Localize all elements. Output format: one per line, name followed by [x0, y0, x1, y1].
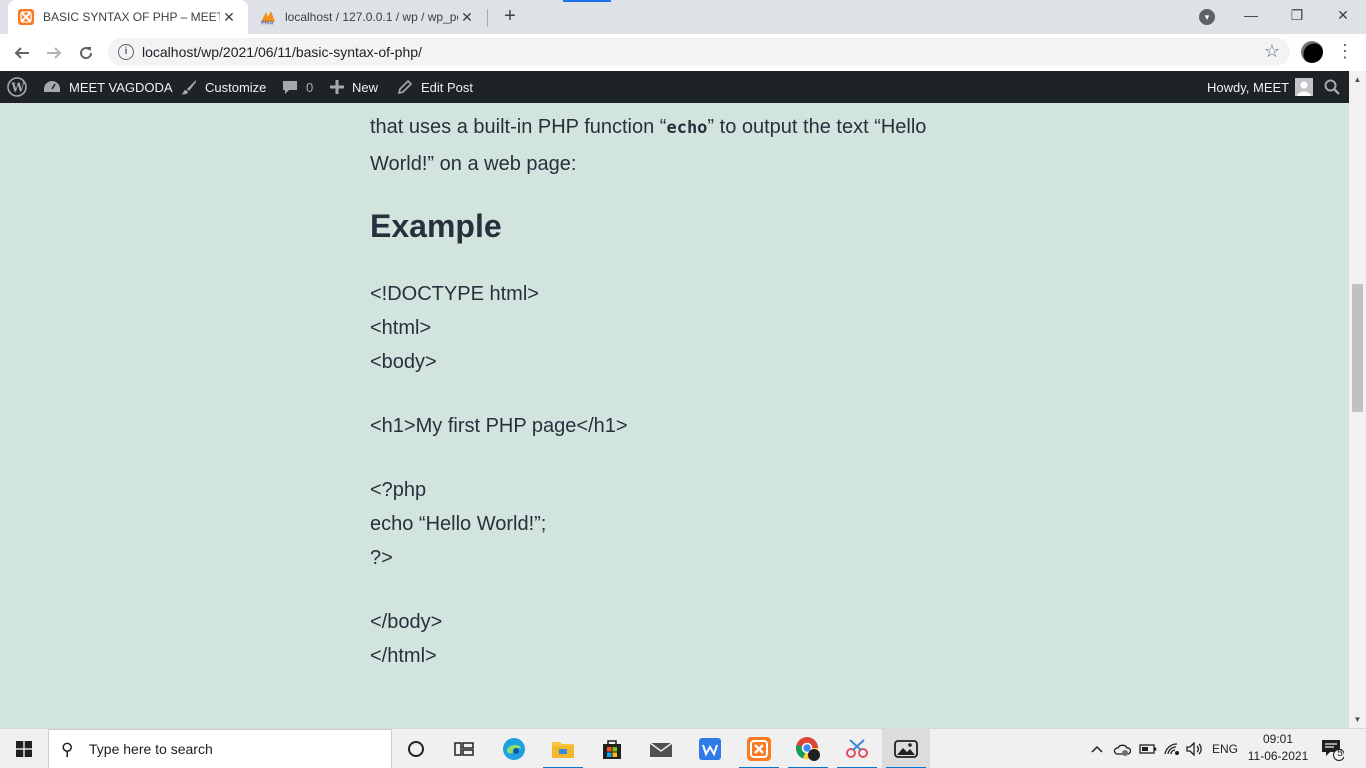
windows-logo-icon [16, 741, 32, 757]
task-view-icon[interactable] [440, 729, 488, 768]
notification-count-badge: 5 [1337, 748, 1343, 759]
back-button[interactable] [9, 40, 35, 66]
tab-basic-syntax[interactable]: BASIC SYNTAX OF PHP – MEET VAGDODA ✕ [8, 0, 248, 34]
browser-tabstrip: BASIC SYNTAX OF PHP – MEET VAGDODA ✕ PMA… [0, 0, 1366, 34]
new-content-link[interactable]: New [330, 71, 378, 103]
xampp-icon [18, 9, 34, 25]
tab-close-icon[interactable]: ✕ [220, 9, 238, 26]
profile-avatar[interactable] [1301, 41, 1323, 63]
close-window-button[interactable]: ✕ [1320, 0, 1366, 30]
cortana-icon[interactable] [392, 729, 440, 768]
svg-text:W: W [10, 81, 25, 95]
tab-phpmyadmin[interactable]: PMA localhost / 127.0.0.1 / wp / wp_post… [250, 0, 486, 34]
wp-admin-bar: W MEET VAGDODA Customize 0 New Edit Post… [0, 71, 1366, 103]
forward-button[interactable] [41, 40, 67, 66]
language-indicator[interactable]: ENG [1212, 729, 1238, 768]
tab-close-icon[interactable]: ✕ [458, 9, 476, 26]
search-placeholder: Type here to search [89, 741, 213, 757]
start-button[interactable] [0, 729, 48, 768]
code-line: echo “Hello World!”; [370, 513, 547, 535]
tab-title: localhost / 127.0.0.1 / wp / wp_posts [285, 10, 458, 24]
wps-office-icon[interactable] [686, 729, 734, 768]
taskbar-clock[interactable]: 09:01 11-06-2021 [1243, 731, 1313, 767]
new-tab-button[interactable]: + [498, 5, 522, 29]
microsoft-store-icon[interactable] [588, 729, 636, 768]
scroll-up-arrow-icon[interactable]: ▲ [1349, 71, 1366, 88]
volume-icon[interactable] [1186, 729, 1204, 768]
clock-date: 11-06-2021 [1247, 749, 1309, 763]
pencil-icon [397, 79, 413, 95]
code-line: ?> [370, 547, 393, 569]
comment-bubble-icon [282, 79, 298, 95]
code-line: <h1>My first PHP page</h1> [370, 415, 628, 437]
address-bar[interactable]: i localhost/wp/2021/06/11/basic-syntax-o… [108, 38, 1290, 66]
battery-icon[interactable] [1139, 729, 1157, 768]
reload-icon [80, 47, 93, 60]
back-arrow-icon [14, 47, 29, 59]
comments-count: 0 [306, 79, 314, 95]
forward-arrow-icon [47, 47, 62, 59]
phpmyadmin-icon: PMA [260, 9, 276, 25]
minimize-button[interactable]: — [1228, 0, 1274, 30]
url-text: localhost/wp/2021/06/11/basic-syntax-of-… [142, 44, 422, 60]
tab-drag-indicator [563, 0, 611, 2]
bookmark-star-icon[interactable]: ☆ [1264, 41, 1280, 62]
code-line: </html> [370, 645, 437, 667]
edit-post-label: Edit Post [421, 79, 474, 95]
code-line: <html> [370, 317, 432, 339]
scroll-down-arrow-icon[interactable]: ▼ [1349, 711, 1366, 728]
site-name-label: MEET VAGDODA [69, 79, 173, 95]
restore-button[interactable]: ❐ [1274, 0, 1320, 30]
dashboard-icon [43, 79, 61, 95]
code-line: <?php [370, 479, 427, 501]
show-hidden-icons-chevron-icon[interactable] [1090, 729, 1104, 768]
xampp-taskbar-icon[interactable] [735, 729, 783, 768]
intro-paragraph: that uses a built-in PHP function “echo”… [370, 116, 927, 175]
new-label: New [352, 79, 379, 95]
page-scrollbar[interactable]: ▲ ▼ [1349, 71, 1366, 728]
admin-search-icon[interactable] [1324, 71, 1340, 103]
clock-time: 09:01 [1262, 732, 1294, 746]
action-center-icon[interactable]: 5 [1320, 737, 1345, 761]
code-line: <!DOCTYPE html> [370, 283, 539, 305]
comments-link[interactable]: 0 [282, 71, 313, 103]
photos-icon[interactable] [882, 729, 930, 768]
edit-post-link[interactable]: Edit Post [397, 71, 473, 103]
paintbrush-icon [181, 79, 197, 95]
taskbar-search-input[interactable]: ⚲ Type here to search [48, 729, 392, 768]
snipping-tool-icon[interactable] [833, 729, 881, 768]
browser-toolbar: i localhost/wp/2021/06/11/basic-syntax-o… [0, 34, 1366, 71]
customize-link[interactable]: Customize [181, 71, 266, 103]
tab-title: BASIC SYNTAX OF PHP – MEET VAGDODA [43, 10, 220, 24]
example-heading: Example [370, 208, 502, 244]
file-explorer-icon[interactable] [539, 729, 587, 768]
plus-icon [330, 80, 344, 94]
mail-icon[interactable] [637, 729, 685, 768]
wifi-icon[interactable] [1163, 729, 1181, 768]
onedrive-icon[interactable] [1113, 729, 1131, 768]
search-icon: ⚲ [61, 740, 74, 759]
wordpress-logo-icon[interactable]: W [7, 71, 27, 103]
scroll-thumb[interactable] [1352, 284, 1363, 412]
svg-text:PMA: PMA [261, 21, 274, 26]
site-name-link[interactable]: MEET VAGDODA [43, 71, 173, 103]
reload-button[interactable] [73, 40, 99, 66]
inline-code-echo: echo [666, 118, 708, 138]
user-avatar [1295, 78, 1314, 96]
site-info-icon[interactable]: i [118, 44, 134, 60]
edge-icon[interactable] [490, 729, 538, 768]
code-line: </body> [370, 611, 443, 633]
tab-separator [487, 9, 488, 27]
code-line: <body> [370, 351, 437, 373]
menu-kebab-icon[interactable]: ⋮ [1336, 41, 1354, 63]
windows-taskbar: ⚲ Type here to search ENG 09:01 11-06-20… [0, 728, 1366, 768]
tab-search-icon[interactable]: ▾ [1199, 9, 1215, 25]
customize-label: Customize [205, 79, 267, 95]
howdy-label: Howdy, MEET [1207, 79, 1290, 95]
my-account-link[interactable]: Howdy, MEET [1207, 71, 1314, 103]
post-content: that uses a built-in PHP function “echo”… [0, 103, 1349, 728]
chrome-icon[interactable] [784, 729, 832, 768]
